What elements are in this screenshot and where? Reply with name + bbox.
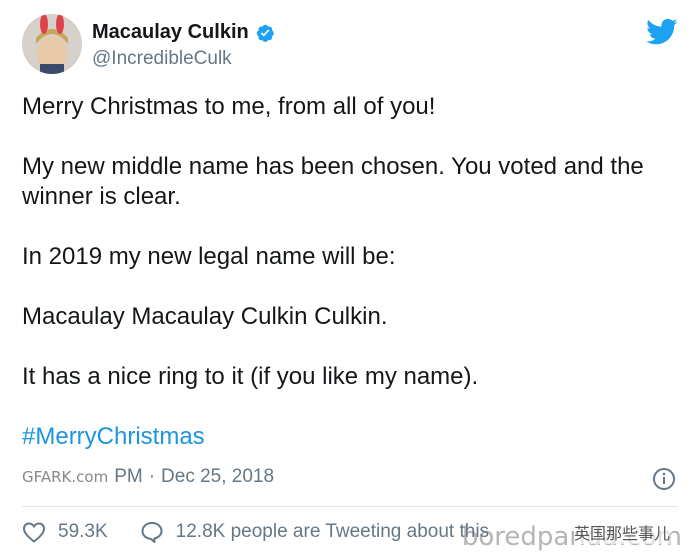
- tweet-line: In 2019 my new legal name will be:: [22, 243, 396, 270]
- tweet-body: Merry Christmas to me, from all of you! …: [22, 92, 662, 482]
- tweet-line: My new middle name has been chosen. You …: [22, 153, 644, 210]
- tweet-date[interactable]: Dec 25, 2018: [161, 466, 274, 488]
- tweet-line: It has a nice ring to it (if you like my…: [22, 363, 479, 390]
- author-handle[interactable]: @IncredibleCulk: [92, 48, 232, 70]
- tweet-line: Macaulay Macaulay Culkin Culkin.: [22, 303, 388, 330]
- conversation-link[interactable]: 12.8K people are Tweeting about this: [140, 521, 489, 543]
- tweet-meta: GFARK.com PM · Dec 25, 2018: [22, 466, 274, 488]
- tweet-actions: 59.3K 12.8K people are Tweeting about th…: [22, 518, 489, 546]
- watermark-logo: GFARK.com: [22, 468, 109, 486]
- avatar[interactable]: [22, 14, 82, 74]
- info-icon[interactable]: [652, 467, 676, 491]
- divider: [22, 506, 678, 507]
- display-name[interactable]: Macaulay Culkin: [92, 21, 249, 44]
- tweet-time[interactable]: PM: [114, 466, 143, 488]
- tweet-line: Merry Christmas to me, from all of you!: [22, 93, 436, 120]
- meta-separator: ·: [148, 466, 156, 487]
- speech-bubble-icon: [141, 522, 163, 543]
- twitter-bird-icon[interactable]: [646, 18, 678, 46]
- author-name-row: Macaulay Culkin: [92, 21, 275, 44]
- heart-icon: [22, 522, 46, 543]
- conversation-text: 12.8K people are Tweeting about this: [175, 521, 490, 542]
- verified-badge-icon: [256, 24, 274, 42]
- like-count: 59.3K: [58, 521, 108, 542]
- watermark-cn-text: 英国那些事儿: [573, 520, 670, 544]
- tweet-card: Macaulay Culkin @IncredibleCulk Merry Ch…: [0, 0, 700, 559]
- hashtag-link[interactable]: #MerryChristmas: [22, 422, 662, 452]
- like-button[interactable]: 59.3K: [22, 521, 140, 543]
